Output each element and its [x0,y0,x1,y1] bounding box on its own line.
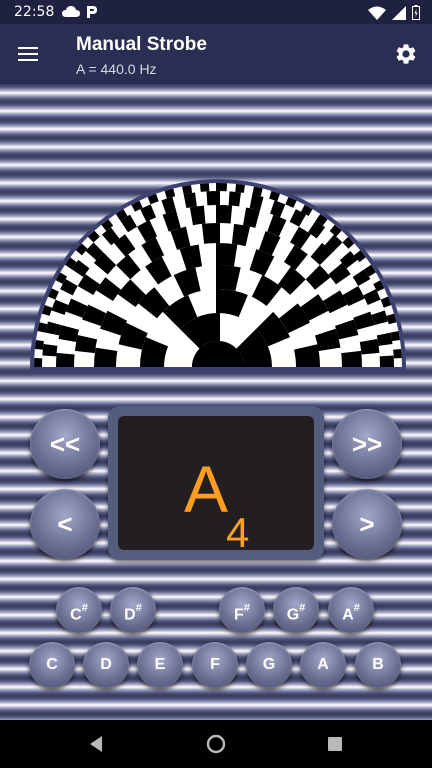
home-icon[interactable] [205,733,227,755]
sharp-symbol: # [353,602,360,614]
app-bar: Manual Strobe A = 440.0 Hz [0,24,432,84]
strobe-segment [201,223,218,244]
page-title: Manual Strobe [76,34,207,55]
strobe-segment [56,352,75,367]
note-label: F [234,606,244,624]
next-octave-button[interactable]: >> [332,409,402,479]
signal-icon [392,5,406,20]
note-button-a-sharp[interactable]: A# [328,587,374,633]
strobe-segment [94,347,118,367]
prev-note-button[interactable]: < [30,489,100,559]
note-button-a[interactable]: A [300,642,346,688]
note-button-g-sharp[interactable]: G# [273,587,319,633]
note-button-c[interactable]: C [29,642,75,688]
note-button-c-sharp[interactable]: C# [56,587,102,633]
note-button-g[interactable]: G [246,642,292,688]
status-bar: 22:58 [0,0,432,24]
settings-button[interactable] [394,42,418,66]
note-display-screen: A 4 [118,416,314,554]
note-octave: 4 [226,509,250,556]
settings-icon [396,44,416,64]
strobe-disc [30,179,406,373]
back-icon[interactable] [86,734,106,754]
note-button-d-sharp[interactable]: D# [110,587,156,633]
tuner-area: A 4 << >> < > C# D# F# G# A# C D E F G A… [0,84,432,720]
parking-icon [87,6,97,18]
strobe-marker [216,183,220,367]
note-label: G [286,606,300,624]
sharp-symbol: # [299,602,306,614]
menu-button[interactable] [16,40,44,68]
reference-frequency: A = 440.0 Hz [76,61,157,77]
navigation-bar [0,720,432,768]
note-button-d[interactable]: D [83,642,129,688]
next-note-button[interactable]: > [332,489,402,559]
strobe-segment [218,205,233,224]
battery-icon [412,5,420,20]
sharp-symbol: # [243,602,250,614]
note-label: C [70,606,82,624]
note-display: A 4 [108,406,324,560]
strobe-segment [218,243,238,267]
note-button-e[interactable]: E [137,642,183,688]
wifi-icon [368,6,386,20]
note-label: A [342,606,354,624]
note-button-f[interactable]: F [192,642,238,688]
note-label: D [124,606,136,624]
strobe-segment [228,191,241,207]
strobe-segment [379,355,394,367]
note-name: A [184,452,229,526]
note-button-f-sharp[interactable]: F# [219,587,265,633]
cloud-icon [62,6,80,17]
strobe-segment [42,344,58,357]
recents-icon[interactable] [326,735,344,753]
status-time: 22:58 [14,4,55,20]
note-button-b[interactable]: B [355,642,401,688]
sharp-symbol: # [135,602,142,614]
prev-octave-button[interactable]: << [30,409,100,479]
strobe-segment [341,350,362,367]
sharp-symbol: # [81,602,88,614]
